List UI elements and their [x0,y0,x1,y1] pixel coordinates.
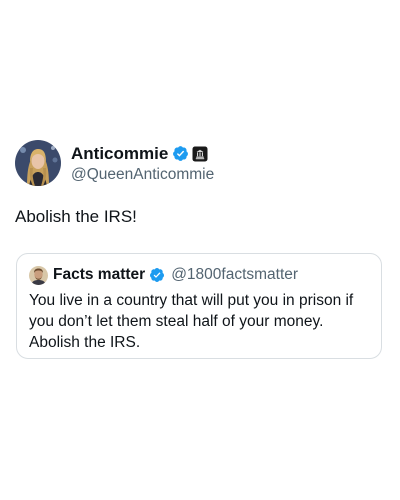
verified-checkmark-icon[interactable] [149,267,165,283]
author-info: Anticommie @QueenAnticommie [71,143,214,184]
quoted-author-display-name[interactable]: Facts matter [53,266,145,284]
quoted-author-handle[interactable]: @1800factsmatter [171,266,298,284]
affiliate-badge-icon[interactable] [192,146,208,162]
author-name-line: Anticommie [71,143,214,165]
author-handle[interactable]: @QueenAnticommie [71,166,214,184]
quoted-post-header: Facts matter @1800factsmatter [29,265,369,285]
author-avatar[interactable] [15,140,61,186]
author-display-name[interactable]: Anticommie [71,144,168,164]
post: Anticommie @QueenAnticommie Abolish the … [15,140,385,228]
verified-checkmark-icon[interactable] [172,145,189,162]
quoted-author-avatar[interactable] [29,265,48,285]
avatar-photo-icon [29,265,48,285]
avatar-photo-icon [15,140,61,186]
post-text: Abolish the IRS! [15,207,137,226]
post-author-row: Anticommie @QueenAnticommie [15,140,385,186]
quoted-post-card[interactable]: Facts matter @1800factsmatter You live i… [16,253,382,359]
quoted-post-text: You live in a country that will put you … [29,292,354,351]
